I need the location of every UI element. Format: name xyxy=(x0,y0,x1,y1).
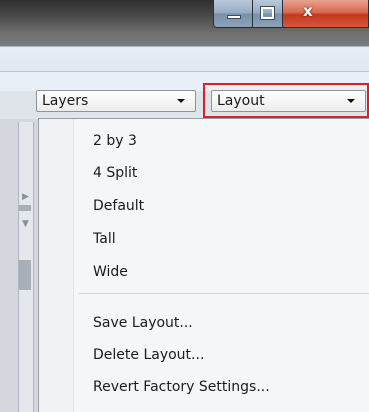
highlight-box xyxy=(203,83,369,118)
side-panel-marker xyxy=(19,260,31,290)
menubar-area xyxy=(0,46,369,72)
window-titlebar: x xyxy=(0,0,369,46)
layout-menu: 2 by 3 4 Split Default Tall Wide Save La… xyxy=(38,118,369,412)
menu-item-2-by-3[interactable]: 2 by 3 xyxy=(93,133,137,149)
close-button[interactable]: x xyxy=(283,0,369,28)
window-caption-buttons: x xyxy=(213,0,369,28)
expand-arrow-icon: ▶ xyxy=(22,192,29,202)
minimize-icon xyxy=(227,15,241,19)
chevron-down-icon xyxy=(177,99,185,103)
menu-item-tall[interactable]: Tall xyxy=(93,231,116,247)
menu-item-default[interactable]: Default xyxy=(93,198,144,214)
menu-icon-gutter xyxy=(39,119,74,412)
collapse-arrow-icon: ▼ xyxy=(22,219,29,229)
menu-item-save-layout[interactable]: Save Layout... xyxy=(93,315,193,331)
menu-item-delete-layout[interactable]: Delete Layout... xyxy=(93,347,204,363)
maximize-button[interactable] xyxy=(253,0,283,28)
close-icon: x xyxy=(303,2,313,20)
side-panel-marker xyxy=(19,205,31,211)
menu-item-wide[interactable]: Wide xyxy=(93,264,128,280)
layers-dropdown-value: Layers xyxy=(42,93,89,109)
menu-item-4-split[interactable]: 4 Split xyxy=(93,165,137,181)
minimize-button[interactable] xyxy=(213,0,253,28)
menu-separator xyxy=(79,293,369,294)
menu-item-revert-factory-settings[interactable]: Revert Factory Settings... xyxy=(93,379,270,395)
layers-dropdown[interactable]: Layers xyxy=(36,90,196,112)
maximize-icon xyxy=(261,7,274,19)
